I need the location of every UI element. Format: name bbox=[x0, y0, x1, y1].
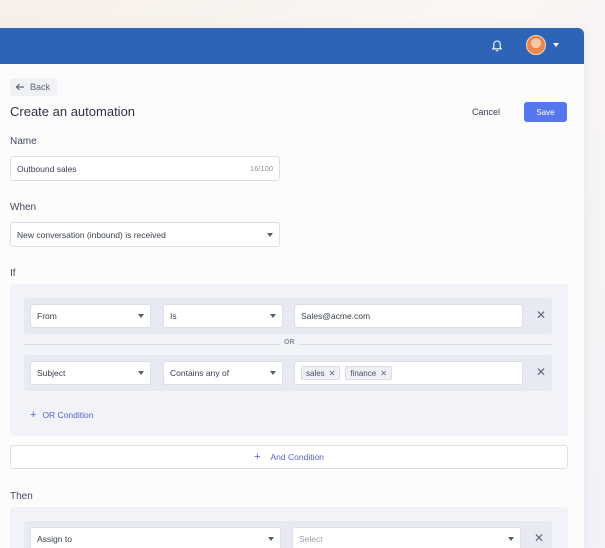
name-input[interactable]: Outbound sales 16/100 bbox=[10, 156, 280, 181]
or-condition-label: OR Condition bbox=[42, 410, 94, 420]
or-separator-label: OR bbox=[280, 339, 299, 346]
tag-label: sales bbox=[306, 368, 325, 378]
close-icon[interactable]: ✕ bbox=[380, 369, 387, 378]
tag-label: finance bbox=[350, 368, 377, 378]
trigger-select[interactable]: New conversation (inbound) is received bbox=[10, 222, 280, 247]
if-conditions-panel: From Is Sales@acme.com ✕ OR Subject Cont… bbox=[10, 284, 568, 436]
condition-field-select[interactable]: Subject bbox=[30, 361, 151, 385]
condition-operator-value: Is bbox=[170, 311, 177, 321]
tag-chip: sales ✕ bbox=[301, 366, 341, 380]
add-or-condition-button[interactable]: + OR Condition bbox=[30, 409, 93, 421]
chevron-down-icon[interactable] bbox=[553, 43, 559, 47]
condition-row: Subject Contains any of sales ✕ finance … bbox=[24, 355, 552, 391]
arrow-left-icon bbox=[15, 83, 24, 91]
back-label: Back bbox=[30, 82, 51, 92]
app-window: Back Create an automation Cancel Save Na… bbox=[0, 28, 584, 548]
assignee-placeholder: Select bbox=[299, 534, 323, 544]
name-label: Name bbox=[10, 136, 37, 147]
remove-action-icon[interactable]: ✕ bbox=[534, 531, 544, 545]
page-title: Create an automation bbox=[10, 104, 136, 119]
when-label: When bbox=[10, 202, 37, 213]
condition-value-input[interactable]: Sales@acme.com bbox=[294, 304, 523, 328]
plus-icon: + bbox=[30, 409, 37, 421]
cancel-button[interactable]: Cancel bbox=[472, 107, 500, 117]
and-condition-label: And Condition bbox=[270, 452, 324, 462]
if-label: If bbox=[10, 268, 16, 279]
chevron-down-icon bbox=[270, 314, 276, 318]
condition-operator-value: Contains any of bbox=[170, 368, 230, 378]
add-and-condition-button[interactable]: + And Condition bbox=[10, 445, 568, 469]
tag-chip: finance ✕ bbox=[345, 366, 392, 380]
action-select[interactable]: Assign to bbox=[30, 527, 281, 548]
remove-condition-icon[interactable]: ✕ bbox=[536, 365, 546, 379]
chevron-down-icon bbox=[508, 537, 514, 541]
condition-field-select[interactable]: From bbox=[30, 304, 151, 328]
condition-field-value: Subject bbox=[37, 368, 66, 378]
top-bar bbox=[0, 28, 584, 64]
condition-operator-select[interactable]: Contains any of bbox=[163, 361, 283, 385]
chevron-down-icon bbox=[270, 371, 276, 375]
then-label: Then bbox=[10, 491, 33, 502]
chevron-down-icon bbox=[267, 232, 273, 237]
then-actions-panel: Assign to Select ✕ bbox=[10, 507, 568, 548]
condition-field-value: From bbox=[37, 311, 57, 321]
bell-icon[interactable] bbox=[490, 39, 504, 53]
tag-input[interactable]: sales ✕ finance ✕ bbox=[294, 361, 523, 385]
avatar[interactable] bbox=[526, 35, 546, 55]
char-counter: 16/100 bbox=[250, 164, 273, 173]
trigger-value: New conversation (inbound) is received bbox=[17, 229, 166, 240]
close-icon[interactable]: ✕ bbox=[329, 369, 336, 378]
name-value: Outbound sales bbox=[17, 163, 77, 174]
remove-condition-icon[interactable]: ✕ bbox=[536, 308, 546, 322]
chevron-down-icon bbox=[138, 371, 144, 375]
condition-operator-select[interactable]: Is bbox=[163, 304, 283, 328]
condition-row: From Is Sales@acme.com ✕ bbox=[24, 298, 552, 334]
condition-value: Sales@acme.com bbox=[301, 311, 371, 321]
save-button[interactable]: Save bbox=[524, 102, 567, 122]
action-row: Assign to Select ✕ bbox=[24, 521, 552, 548]
action-value: Assign to bbox=[37, 534, 72, 544]
chevron-down-icon bbox=[138, 314, 144, 318]
chevron-down-icon bbox=[268, 537, 274, 541]
plus-icon: + bbox=[254, 451, 261, 463]
assignee-select[interactable]: Select bbox=[292, 527, 521, 548]
back-button[interactable]: Back bbox=[10, 78, 58, 96]
